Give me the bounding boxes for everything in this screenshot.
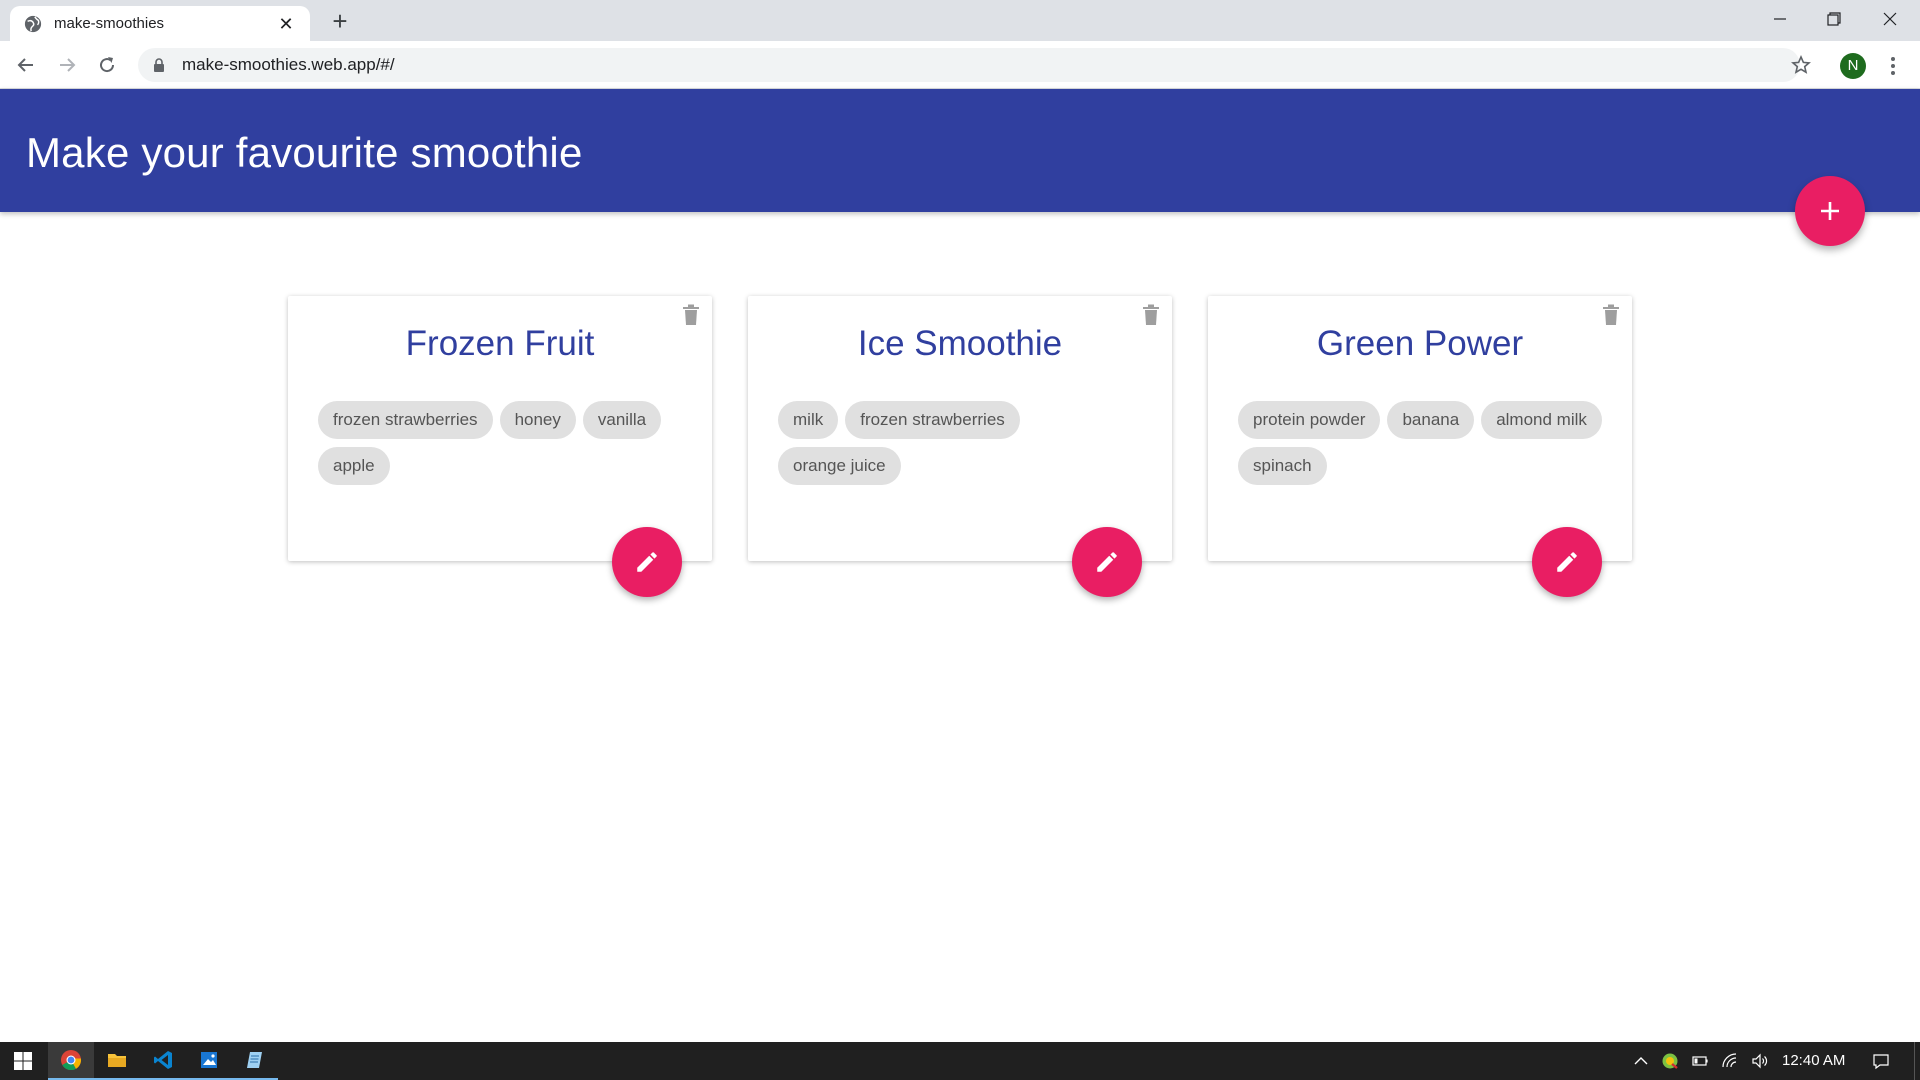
taskbar-clock[interactable]: 12:40 AM [1782, 1042, 1845, 1080]
chevron-up-icon [1634, 1057, 1648, 1065]
restore-icon [1827, 12, 1841, 26]
tab-close-icon[interactable]: ✕ [276, 14, 296, 34]
profile-avatar[interactable]: N [1840, 53, 1866, 79]
trash-icon [1143, 304, 1159, 325]
edit-button[interactable] [612, 527, 682, 597]
taskbar-chrome[interactable] [48, 1042, 94, 1080]
app-header: Make your favourite smoothie [0, 89, 1920, 212]
ingredient-chip: banana [1387, 401, 1475, 439]
file-explorer-icon [108, 1054, 126, 1067]
back-button[interactable] [10, 49, 42, 81]
ingredient-list: protein powder banana almond milk spinac… [1238, 401, 1608, 485]
speaker-icon [1752, 1053, 1768, 1069]
show-desktop-button[interactable] [1914, 1042, 1920, 1080]
ingredient-chip: protein powder [1238, 401, 1381, 439]
notepad-icon [247, 1052, 262, 1068]
star-icon [1791, 55, 1811, 74]
status-app-icon [1662, 1053, 1678, 1069]
reload-icon [100, 57, 115, 73]
arrow-right-icon [60, 58, 76, 72]
chrome-icon [61, 1050, 82, 1071]
start-button[interactable] [0, 1042, 46, 1080]
trash-icon [1603, 304, 1619, 325]
ingredient-chip: frozen strawberries [318, 401, 493, 439]
close-window-button[interactable] [1862, 0, 1918, 38]
tray-app-status[interactable] [1658, 1042, 1682, 1080]
restore-button[interactable] [1806, 0, 1862, 38]
tray-battery[interactable] [1688, 1042, 1712, 1080]
windows-start-icon [14, 1052, 32, 1070]
add-smoothie-button[interactable] [1795, 176, 1865, 246]
ingredient-list: frozen strawberries honey vanilla apple [318, 401, 688, 485]
smoothie-card: Green Power protein powder banana almond… [1208, 296, 1632, 597]
ingredient-chip: orange juice [778, 447, 901, 485]
page-title: Make your favourite smoothie [26, 129, 583, 176]
taskbar-file-explorer[interactable] [94, 1042, 140, 1080]
tray-volume[interactable] [1748, 1042, 1772, 1080]
ingredient-chip: almond milk [1481, 401, 1602, 439]
minimize-button[interactable] [1752, 0, 1808, 38]
minimize-icon [1774, 18, 1786, 20]
forward-button[interactable] [51, 49, 83, 81]
bookmark-star-button[interactable] [1786, 50, 1816, 80]
url-text: make-smoothies.web.app/#/ [182, 55, 395, 74]
ingredient-chip: vanilla [582, 401, 662, 439]
trash-icon [683, 304, 699, 325]
vscode-icon [154, 1051, 172, 1069]
wifi-icon [1722, 1053, 1737, 1068]
browser-toolbar: make-smoothies.web.app/#/ N [0, 41, 1920, 89]
ingredient-chip: spinach [1238, 447, 1327, 485]
smoothie-card: Ice Smoothie milk frozen strawberries or… [748, 296, 1172, 597]
reload-button[interactable] [91, 49, 123, 81]
battery-icon [1692, 1056, 1708, 1066]
ingredient-chip: apple [318, 447, 390, 485]
globe-icon [24, 15, 42, 32]
new-tab-button[interactable]: + [324, 6, 356, 38]
arrow-left-icon [17, 58, 33, 72]
windows-taskbar: 12:40 AM [0, 1042, 1920, 1080]
taskbar-photos[interactable] [186, 1042, 232, 1080]
photos-icon [201, 1052, 217, 1068]
smoothie-card: Frozen Fruit frozen strawberries honey v… [288, 296, 712, 597]
browser-tab[interactable]: make-smoothies ✕ [10, 6, 310, 41]
edit-button[interactable] [1072, 527, 1142, 597]
card-title: Frozen Fruit [405, 324, 595, 363]
tray-overflow-button[interactable] [1630, 1042, 1652, 1080]
taskbar-notepad[interactable] [232, 1042, 278, 1080]
close-icon [1883, 12, 1897, 26]
ingredient-chip: frozen strawberries [845, 401, 1020, 439]
tab-title: make-smoothies [54, 15, 165, 32]
pencil-icon [637, 552, 657, 572]
pencil-icon [1557, 552, 1577, 572]
lock-icon [154, 58, 164, 72]
action-center-button[interactable] [1864, 1042, 1898, 1080]
more-vert-icon [1891, 57, 1895, 75]
pencil-icon [1097, 552, 1117, 572]
ingredient-chip: milk [778, 401, 839, 439]
browser-menu-button[interactable] [1884, 53, 1902, 79]
browser-tab-bar: make-smoothies ✕ + [0, 0, 1920, 41]
ingredient-chip: honey [499, 401, 576, 439]
notification-icon [1873, 1054, 1889, 1070]
card-title: Green Power [1316, 324, 1524, 363]
url-bar[interactable]: make-smoothies.web.app/#/ [138, 48, 1800, 82]
taskbar-vscode[interactable] [140, 1042, 186, 1080]
tray-wifi[interactable] [1718, 1042, 1742, 1080]
plus-icon [1821, 202, 1839, 220]
card-title: Ice Smoothie [857, 324, 1063, 363]
ingredient-list: milk frozen strawberries orange juice [778, 401, 1148, 485]
edit-button[interactable] [1532, 527, 1602, 597]
